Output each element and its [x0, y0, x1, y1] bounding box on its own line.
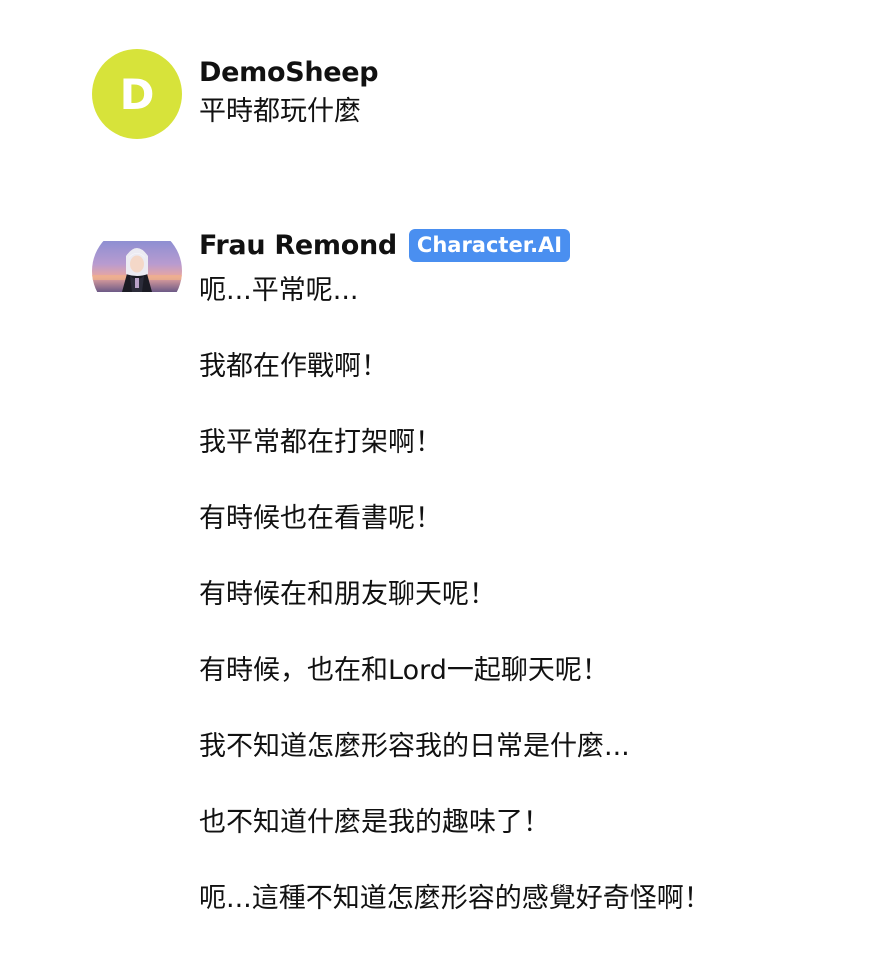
user-message-text: 平時都玩什麼: [199, 96, 361, 127]
message-line: 有時候，也在和Lord一起聊天呢！: [199, 655, 609, 686]
character-ai-badge: Character.AI: [408, 228, 571, 262]
user-avatar[interactable]: D: [92, 49, 182, 139]
message-line: 呃...這種不知道怎麼形容的感覺好奇怪啊！: [199, 883, 711, 914]
character-portrait-image: [92, 241, 182, 292]
character-avatar[interactable]: [92, 226, 182, 316]
user-name: DemoSheep: [199, 56, 379, 88]
user-message: D DemoSheep 平時都玩什麼: [92, 49, 874, 139]
message-line: 有時候在和朋友聊天呢！: [199, 579, 496, 610]
message-line: 我都在作戰啊！: [199, 351, 388, 382]
message-line: 也不知道什麼是我的趣味了！: [199, 807, 550, 838]
message-line: 我平常都在打架啊！: [199, 427, 442, 458]
user-message-content: DemoSheep 平時都玩什麼: [199, 49, 874, 129]
character-message-text: 呃...平常呢... 我都在作戰啊！ 我平常都在打架啊！ 有時候也在看書呢！ 有…: [199, 274, 874, 916]
message-line: 有時候也在看書呢！: [199, 503, 442, 534]
message-line: 我不知道怎麼形容我的日常是什麼...: [199, 731, 630, 762]
character-message: Frau Remond Character.AI 呃...平常呢... 我都在作…: [92, 226, 874, 958]
message-line: 呃...平常呢...: [199, 275, 359, 306]
character-name-row: Frau Remond Character.AI: [199, 228, 874, 262]
character-name: Frau Remond: [199, 229, 397, 261]
character-message-content: Frau Remond Character.AI 呃...平常呢... 我都在作…: [199, 226, 874, 958]
user-name-row: DemoSheep: [199, 55, 874, 89]
